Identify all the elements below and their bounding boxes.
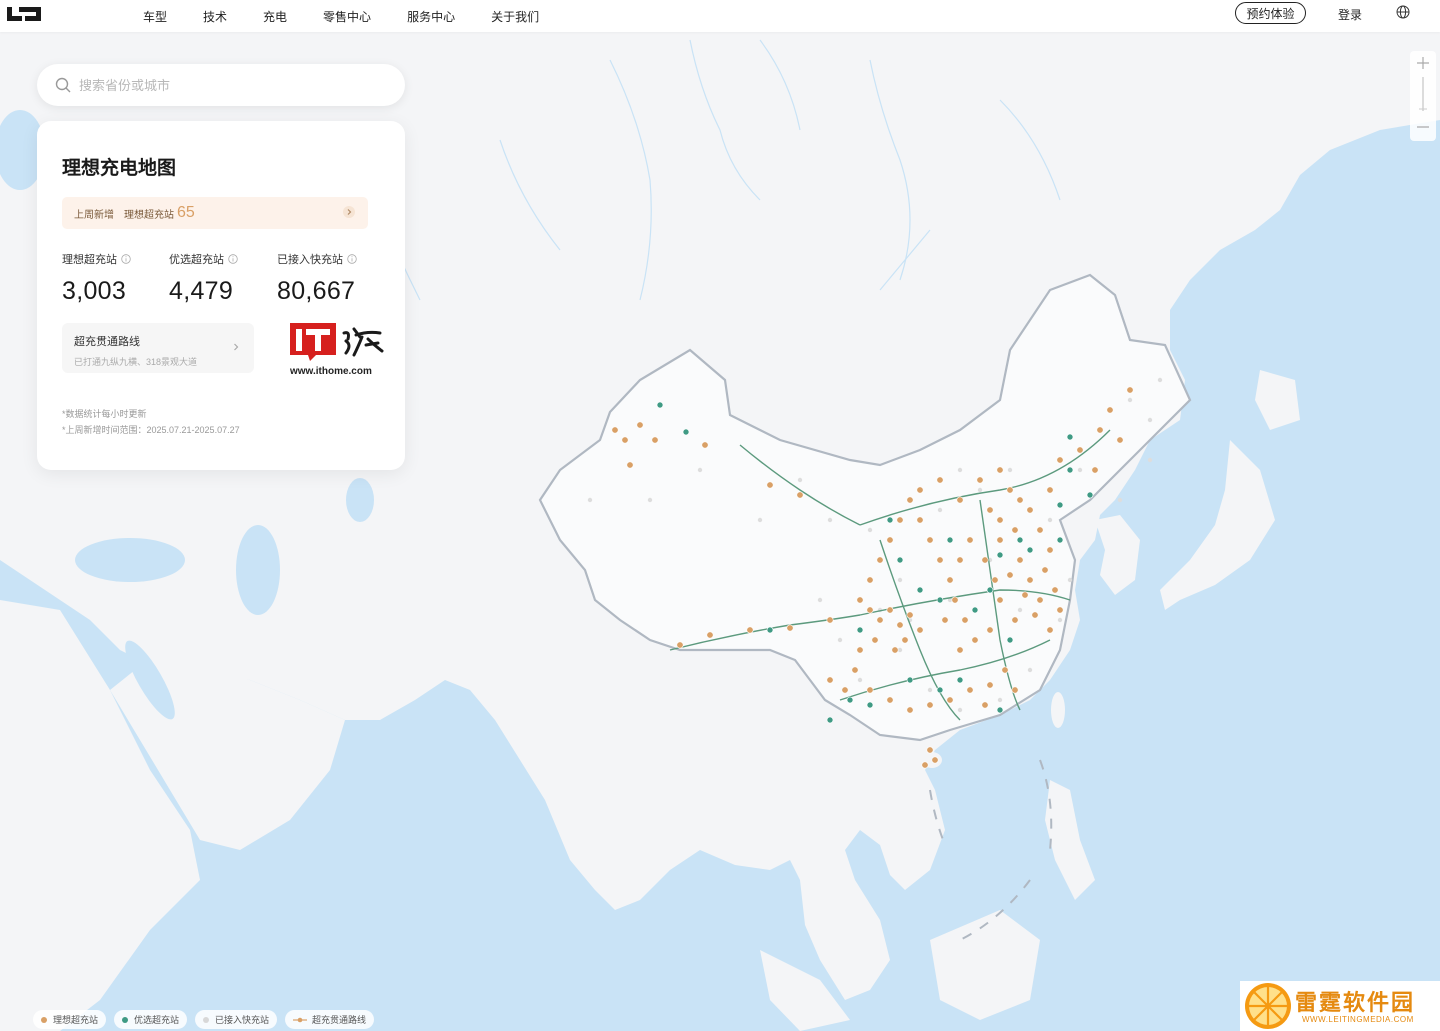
nav-item-retail-center[interactable]: 零售中心 [323, 8, 371, 25]
legend-label: 已接入快充站 [215, 1015, 270, 1025]
stat-value: 80,667 [277, 277, 356, 305]
ithome-url: www.ithome.com [290, 366, 372, 377]
legend-dot [122, 1016, 129, 1023]
ithome-logo [290, 323, 384, 361]
search-box [37, 64, 405, 106]
legend-preferred-station[interactable]: 优选超充站 [114, 1010, 188, 1029]
date-range-note: *上周新增时间范围：2025.07.21-2025.07.27 [62, 425, 240, 435]
chevron-right-icon [234, 343, 239, 351]
supercharge-route-card[interactable]: 超充贯通路线 已打通九纵九横、318景观大道 [62, 323, 254, 373]
ithome-watermark: www.ithome.com [288, 321, 388, 381]
charging-stats-panel: 理想充电地图 上周新增 理想超充站 65 理想超充站 3,003 优选超充站 4… [37, 121, 405, 470]
nav-item-technology[interactable]: 技术 [203, 8, 227, 25]
search-icon [55, 77, 71, 93]
search-input[interactable] [79, 77, 359, 93]
legend-route[interactable]: 超充贯通路线 [285, 1010, 375, 1029]
nav-item-models[interactable]: 车型 [143, 8, 167, 25]
stat-value: 3,003 [62, 277, 127, 305]
stat-li-supercharger: 理想超充站 3,003 [62, 251, 131, 306]
zoom-control[interactable] [1410, 51, 1436, 141]
weekly-new-item: 理想超充站 [124, 209, 174, 221]
stat-label: 理想超充站 [62, 254, 117, 266]
legend-dot [203, 1016, 210, 1023]
map-legend: 理想超充站 优选超充站 已接入快充站 超充贯通路线 [33, 1010, 382, 1029]
legend-label: 理想超充站 [53, 1015, 99, 1025]
legend-dot [41, 1016, 47, 1023]
leiting-watermark: 雷霆软件园 WWW.LEITINGMEDIA.COM [1240, 981, 1440, 1031]
stat-preferred-supercharger: 优选超充站 4,479 [169, 251, 238, 306]
route-line-icon [293, 1017, 308, 1022]
chevron-right-icon [343, 206, 355, 218]
reserve-test-drive-button[interactable]: 预约体验 [1235, 2, 1306, 24]
legend-label: 超充贯通路线 [312, 1015, 367, 1025]
stat-label: 已接入快充站 [277, 254, 343, 266]
watermark-site-name: 雷霆软件园 [1295, 990, 1416, 1015]
orange-slice-logo [1245, 983, 1291, 1029]
legend-li-station[interactable]: 理想超充站 [33, 1010, 107, 1029]
weekly-new-count: 65 [177, 204, 195, 221]
route-subtitle: 已打通九纵九横、318景观大道 [74, 357, 198, 367]
login-link[interactable]: 登录 [1338, 6, 1362, 23]
legend-fast-station[interactable]: 已接入快充站 [195, 1010, 278, 1029]
update-note: *数据统计每小时更新 [62, 409, 147, 419]
nav-item-charging[interactable]: 充电 [263, 8, 287, 25]
info-icon[interactable] [347, 254, 357, 264]
legend-label: 优选超充站 [134, 1015, 180, 1025]
globe-icon[interactable] [1396, 5, 1410, 19]
weekly-new-prefix: 上周新增 [74, 209, 114, 221]
li-auto-logo[interactable] [6, 6, 42, 22]
weekly-new-banner[interactable]: 上周新增 理想超充站 65 [62, 197, 368, 229]
watermark-site-url: WWW.LEITINGMEDIA.COM [1302, 1015, 1414, 1024]
stat-fast-charger: 已接入快充站 80,667 [277, 251, 357, 306]
info-icon[interactable] [228, 254, 238, 264]
nav-item-about-us[interactable]: 关于我们 [491, 8, 539, 25]
top-navigation-bar: 车型 技术 充电 零售中心 服务中心 关于我们 预约体验 登录 [0, 0, 1440, 32]
main-nav: 车型 技术 充电 零售中心 服务中心 关于我们 [143, 0, 575, 32]
route-title: 超充贯通路线 [74, 336, 140, 348]
stat-label: 优选超充站 [169, 254, 224, 266]
info-icon[interactable] [121, 254, 131, 264]
panel-title: 理想充电地图 [62, 158, 177, 179]
nav-item-service-center[interactable]: 服务中心 [407, 8, 455, 25]
stat-value: 4,479 [169, 277, 234, 305]
